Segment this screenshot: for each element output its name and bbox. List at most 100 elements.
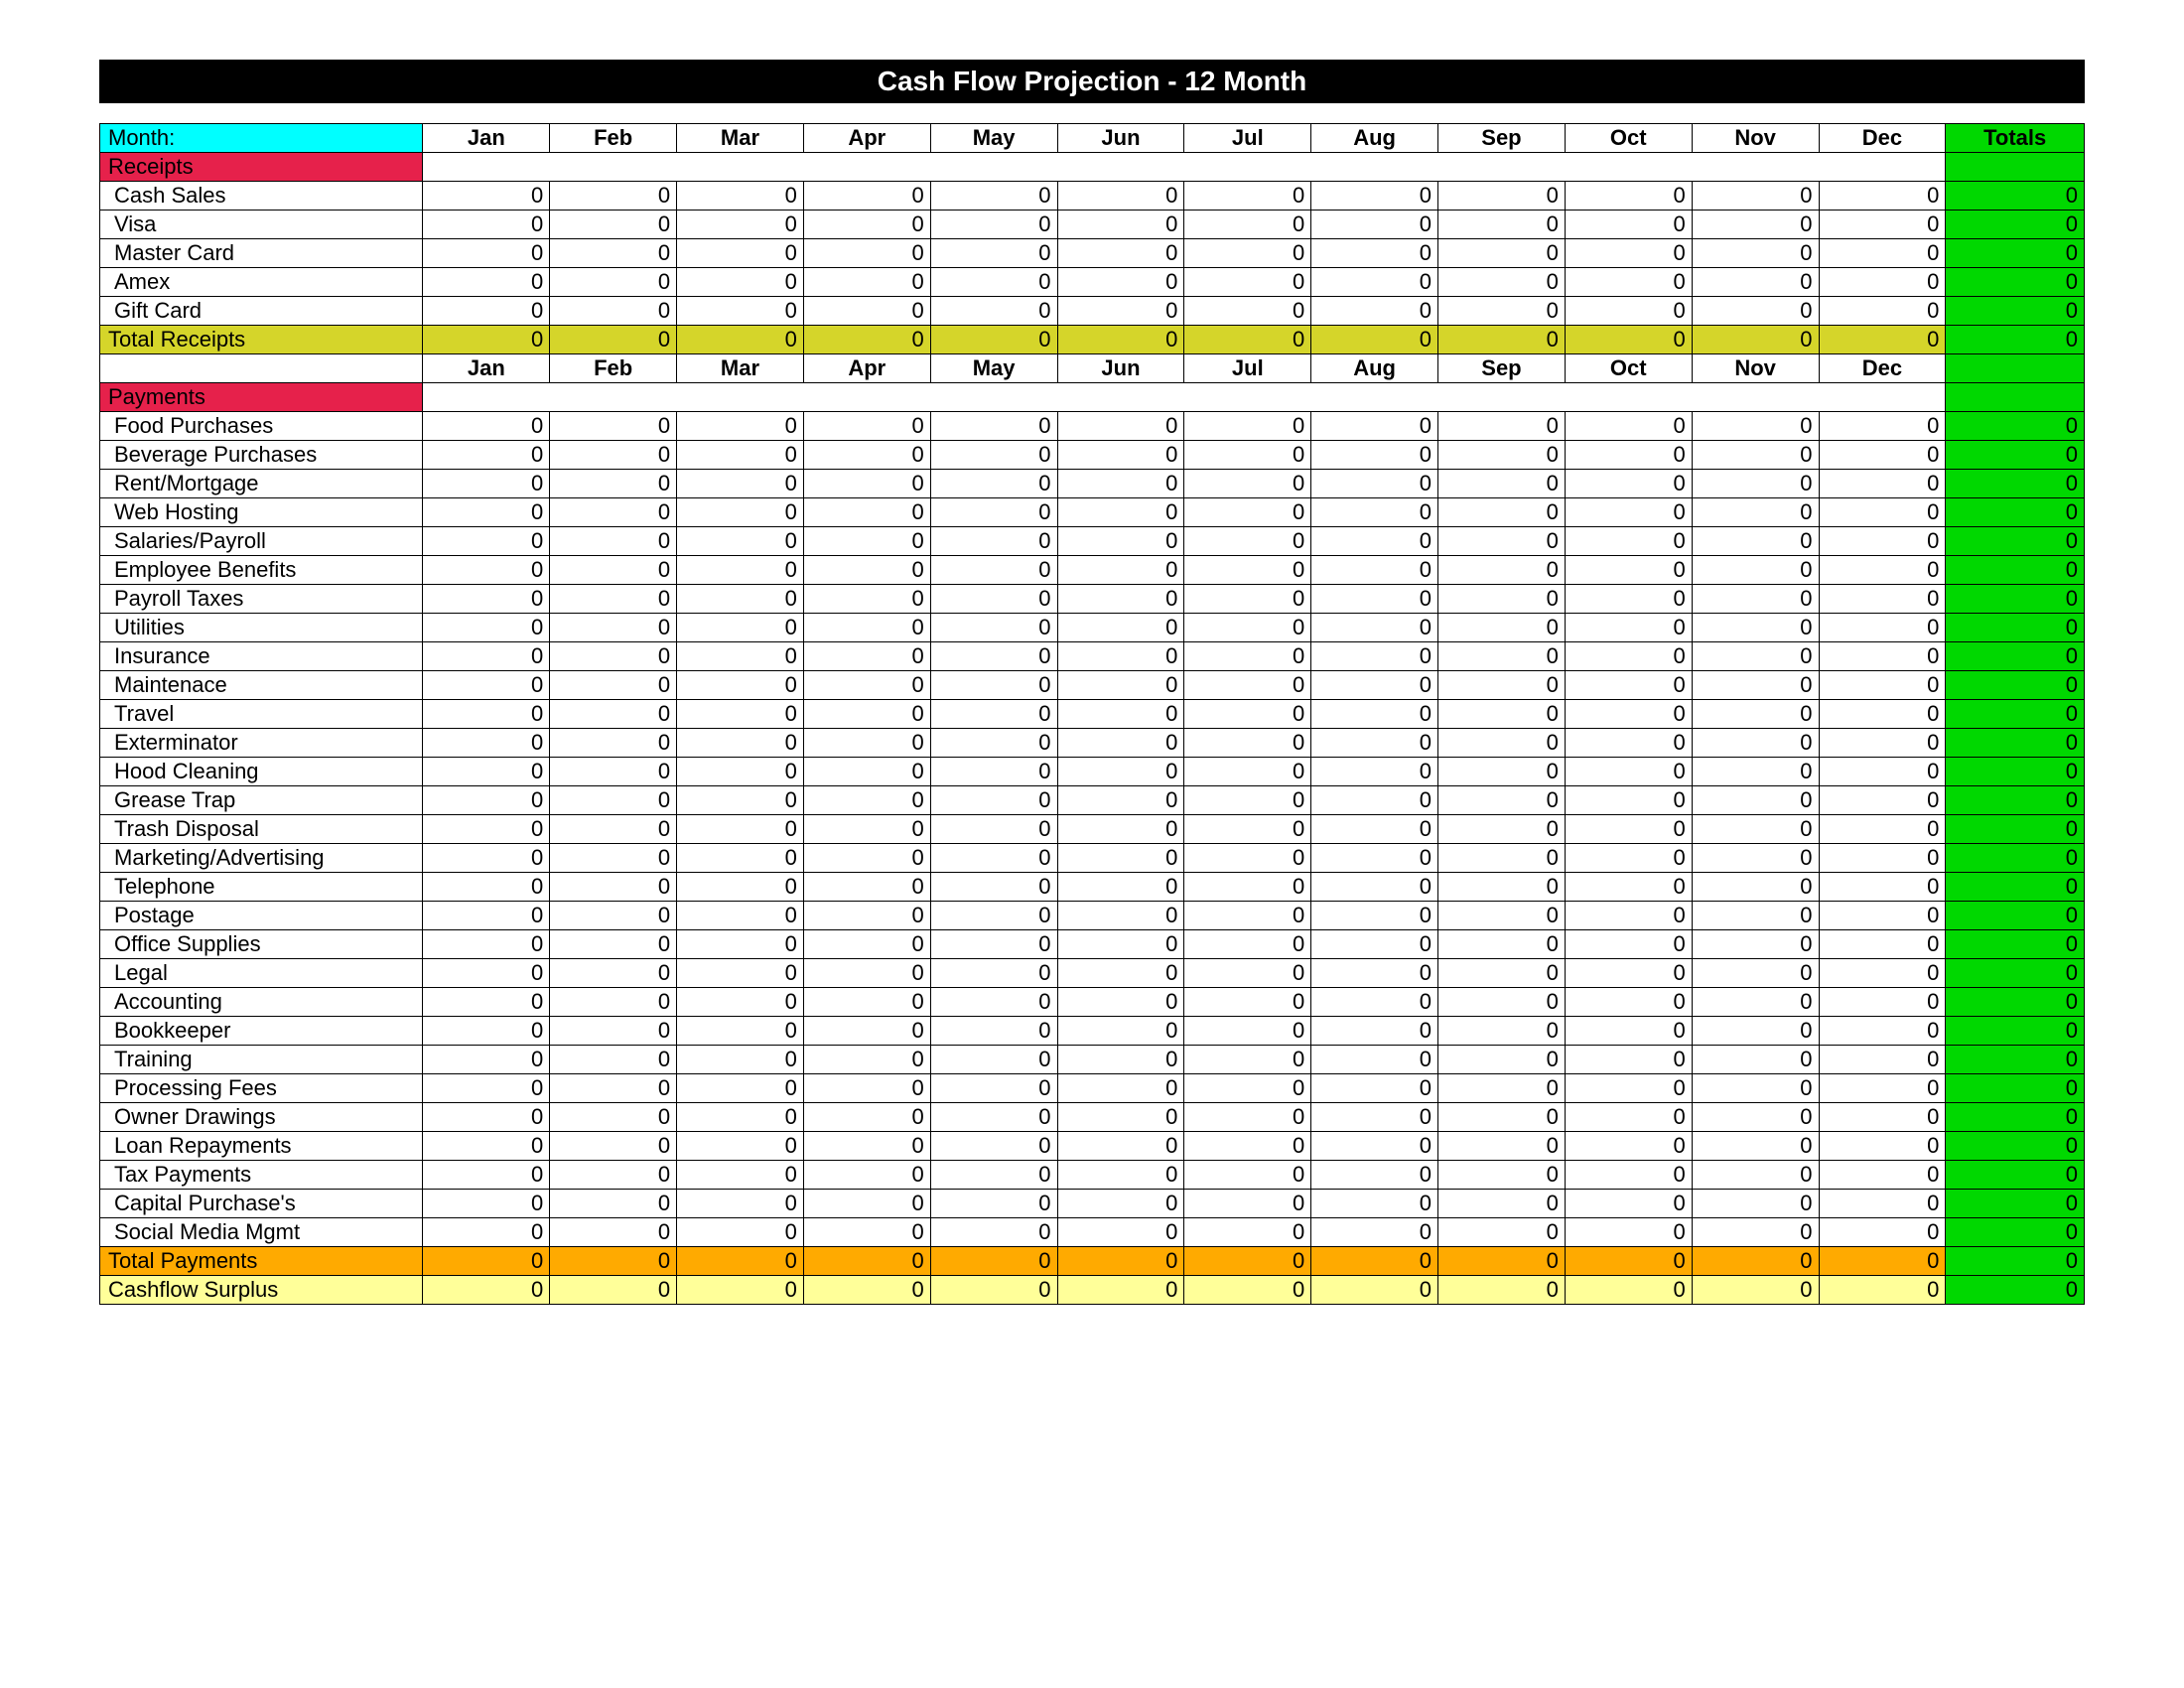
payment-cell[interactable]: 0 xyxy=(803,1074,930,1103)
payment-cell[interactable]: 0 xyxy=(1565,527,1692,556)
payment-cell[interactable]: 0 xyxy=(677,642,804,671)
payment-cell[interactable]: 0 xyxy=(1184,700,1311,729)
payment-cell[interactable]: 0 xyxy=(550,1074,677,1103)
receipt-cell[interactable]: 0 xyxy=(1184,182,1311,211)
payment-cell[interactable]: 0 xyxy=(1438,556,1566,585)
payment-cell[interactable]: 0 xyxy=(677,1132,804,1161)
receipt-cell[interactable]: 0 xyxy=(1438,297,1566,326)
payment-cell[interactable]: 0 xyxy=(550,614,677,642)
payment-cell[interactable]: 0 xyxy=(550,844,677,873)
payment-cell[interactable]: 0 xyxy=(1311,1161,1438,1190)
payment-cell[interactable]: 0 xyxy=(803,642,930,671)
payment-cell[interactable]: 0 xyxy=(1565,815,1692,844)
payment-cell[interactable]: 0 xyxy=(1819,786,1946,815)
payment-cell[interactable]: 0 xyxy=(1819,585,1946,614)
payment-cell[interactable]: 0 xyxy=(1311,671,1438,700)
payment-cell[interactable]: 0 xyxy=(423,585,550,614)
payment-cell[interactable]: 0 xyxy=(930,671,1057,700)
payment-cell[interactable]: 0 xyxy=(1565,470,1692,498)
payment-cell[interactable]: 0 xyxy=(803,614,930,642)
payment-cell[interactable]: 0 xyxy=(423,815,550,844)
payment-cell[interactable]: 0 xyxy=(1692,1218,1819,1247)
payment-cell[interactable]: 0 xyxy=(1692,470,1819,498)
payment-cell[interactable]: 0 xyxy=(550,729,677,758)
payment-cell[interactable]: 0 xyxy=(1438,930,1566,959)
receipt-cell[interactable]: 0 xyxy=(1438,182,1566,211)
payment-cell[interactable]: 0 xyxy=(550,1103,677,1132)
payment-cell[interactable]: 0 xyxy=(1692,844,1819,873)
payment-cell[interactable]: 0 xyxy=(550,527,677,556)
payment-cell[interactable]: 0 xyxy=(1311,441,1438,470)
payment-cell[interactable]: 0 xyxy=(930,1074,1057,1103)
payment-cell[interactable]: 0 xyxy=(550,902,677,930)
payment-cell[interactable]: 0 xyxy=(423,1103,550,1132)
payment-cell[interactable]: 0 xyxy=(1184,585,1311,614)
payment-cell[interactable]: 0 xyxy=(423,498,550,527)
payment-cell[interactable]: 0 xyxy=(930,556,1057,585)
payment-cell[interactable]: 0 xyxy=(930,758,1057,786)
receipt-cell[interactable]: 0 xyxy=(677,297,804,326)
payment-cell[interactable]: 0 xyxy=(1819,758,1946,786)
payment-cell[interactable]: 0 xyxy=(550,1190,677,1218)
payment-cell[interactable]: 0 xyxy=(1311,498,1438,527)
payment-cell[interactable]: 0 xyxy=(1438,585,1566,614)
payment-cell[interactable]: 0 xyxy=(1565,1017,1692,1046)
payment-cell[interactable]: 0 xyxy=(550,671,677,700)
payment-cell[interactable]: 0 xyxy=(803,1046,930,1074)
payment-cell[interactable]: 0 xyxy=(1184,412,1311,441)
payment-cell[interactable]: 0 xyxy=(803,959,930,988)
payment-cell[interactable]: 0 xyxy=(550,786,677,815)
receipt-cell[interactable]: 0 xyxy=(1311,297,1438,326)
payment-cell[interactable]: 0 xyxy=(1057,556,1184,585)
payment-cell[interactable]: 0 xyxy=(1692,930,1819,959)
payment-cell[interactable]: 0 xyxy=(677,700,804,729)
payment-cell[interactable]: 0 xyxy=(1184,642,1311,671)
payment-cell[interactable]: 0 xyxy=(1565,498,1692,527)
receipt-cell[interactable]: 0 xyxy=(423,268,550,297)
payment-cell[interactable]: 0 xyxy=(1438,1132,1566,1161)
payment-cell[interactable]: 0 xyxy=(1819,412,1946,441)
payment-cell[interactable]: 0 xyxy=(1565,642,1692,671)
payment-cell[interactable]: 0 xyxy=(1438,1074,1566,1103)
payment-cell[interactable]: 0 xyxy=(1057,815,1184,844)
payment-cell[interactable]: 0 xyxy=(1057,412,1184,441)
payment-cell[interactable]: 0 xyxy=(803,1132,930,1161)
payment-cell[interactable]: 0 xyxy=(423,1218,550,1247)
payment-cell[interactable]: 0 xyxy=(1565,930,1692,959)
payment-cell[interactable]: 0 xyxy=(423,959,550,988)
payment-cell[interactable]: 0 xyxy=(803,844,930,873)
receipt-cell[interactable]: 0 xyxy=(1819,211,1946,239)
payment-cell[interactable]: 0 xyxy=(930,988,1057,1017)
payment-cell[interactable]: 0 xyxy=(1057,988,1184,1017)
payment-cell[interactable]: 0 xyxy=(550,642,677,671)
payment-cell[interactable]: 0 xyxy=(1565,441,1692,470)
payment-cell[interactable]: 0 xyxy=(1692,412,1819,441)
payment-cell[interactable]: 0 xyxy=(1184,1132,1311,1161)
payment-cell[interactable]: 0 xyxy=(677,527,804,556)
payment-cell[interactable]: 0 xyxy=(1819,470,1946,498)
payment-cell[interactable]: 0 xyxy=(803,412,930,441)
payment-cell[interactable]: 0 xyxy=(1184,988,1311,1017)
payment-cell[interactable]: 0 xyxy=(1692,786,1819,815)
payment-cell[interactable]: 0 xyxy=(1184,556,1311,585)
payment-cell[interactable]: 0 xyxy=(550,988,677,1017)
payment-cell[interactable]: 0 xyxy=(1692,729,1819,758)
payment-cell[interactable]: 0 xyxy=(1438,470,1566,498)
payment-cell[interactable]: 0 xyxy=(1311,1190,1438,1218)
payment-cell[interactable]: 0 xyxy=(1819,527,1946,556)
receipt-cell[interactable]: 0 xyxy=(1819,297,1946,326)
payment-cell[interactable]: 0 xyxy=(930,729,1057,758)
payment-cell[interactable]: 0 xyxy=(550,1132,677,1161)
payment-cell[interactable]: 0 xyxy=(803,441,930,470)
payment-cell[interactable]: 0 xyxy=(1311,470,1438,498)
payment-cell[interactable]: 0 xyxy=(550,930,677,959)
receipt-cell[interactable]: 0 xyxy=(1438,239,1566,268)
payment-cell[interactable]: 0 xyxy=(1184,1161,1311,1190)
payment-cell[interactable]: 0 xyxy=(1819,815,1946,844)
payment-cell[interactable]: 0 xyxy=(1438,729,1566,758)
receipt-cell[interactable]: 0 xyxy=(550,297,677,326)
payment-cell[interactable]: 0 xyxy=(423,1074,550,1103)
payment-cell[interactable]: 0 xyxy=(423,786,550,815)
payment-cell[interactable]: 0 xyxy=(1057,758,1184,786)
receipt-cell[interactable]: 0 xyxy=(1184,211,1311,239)
